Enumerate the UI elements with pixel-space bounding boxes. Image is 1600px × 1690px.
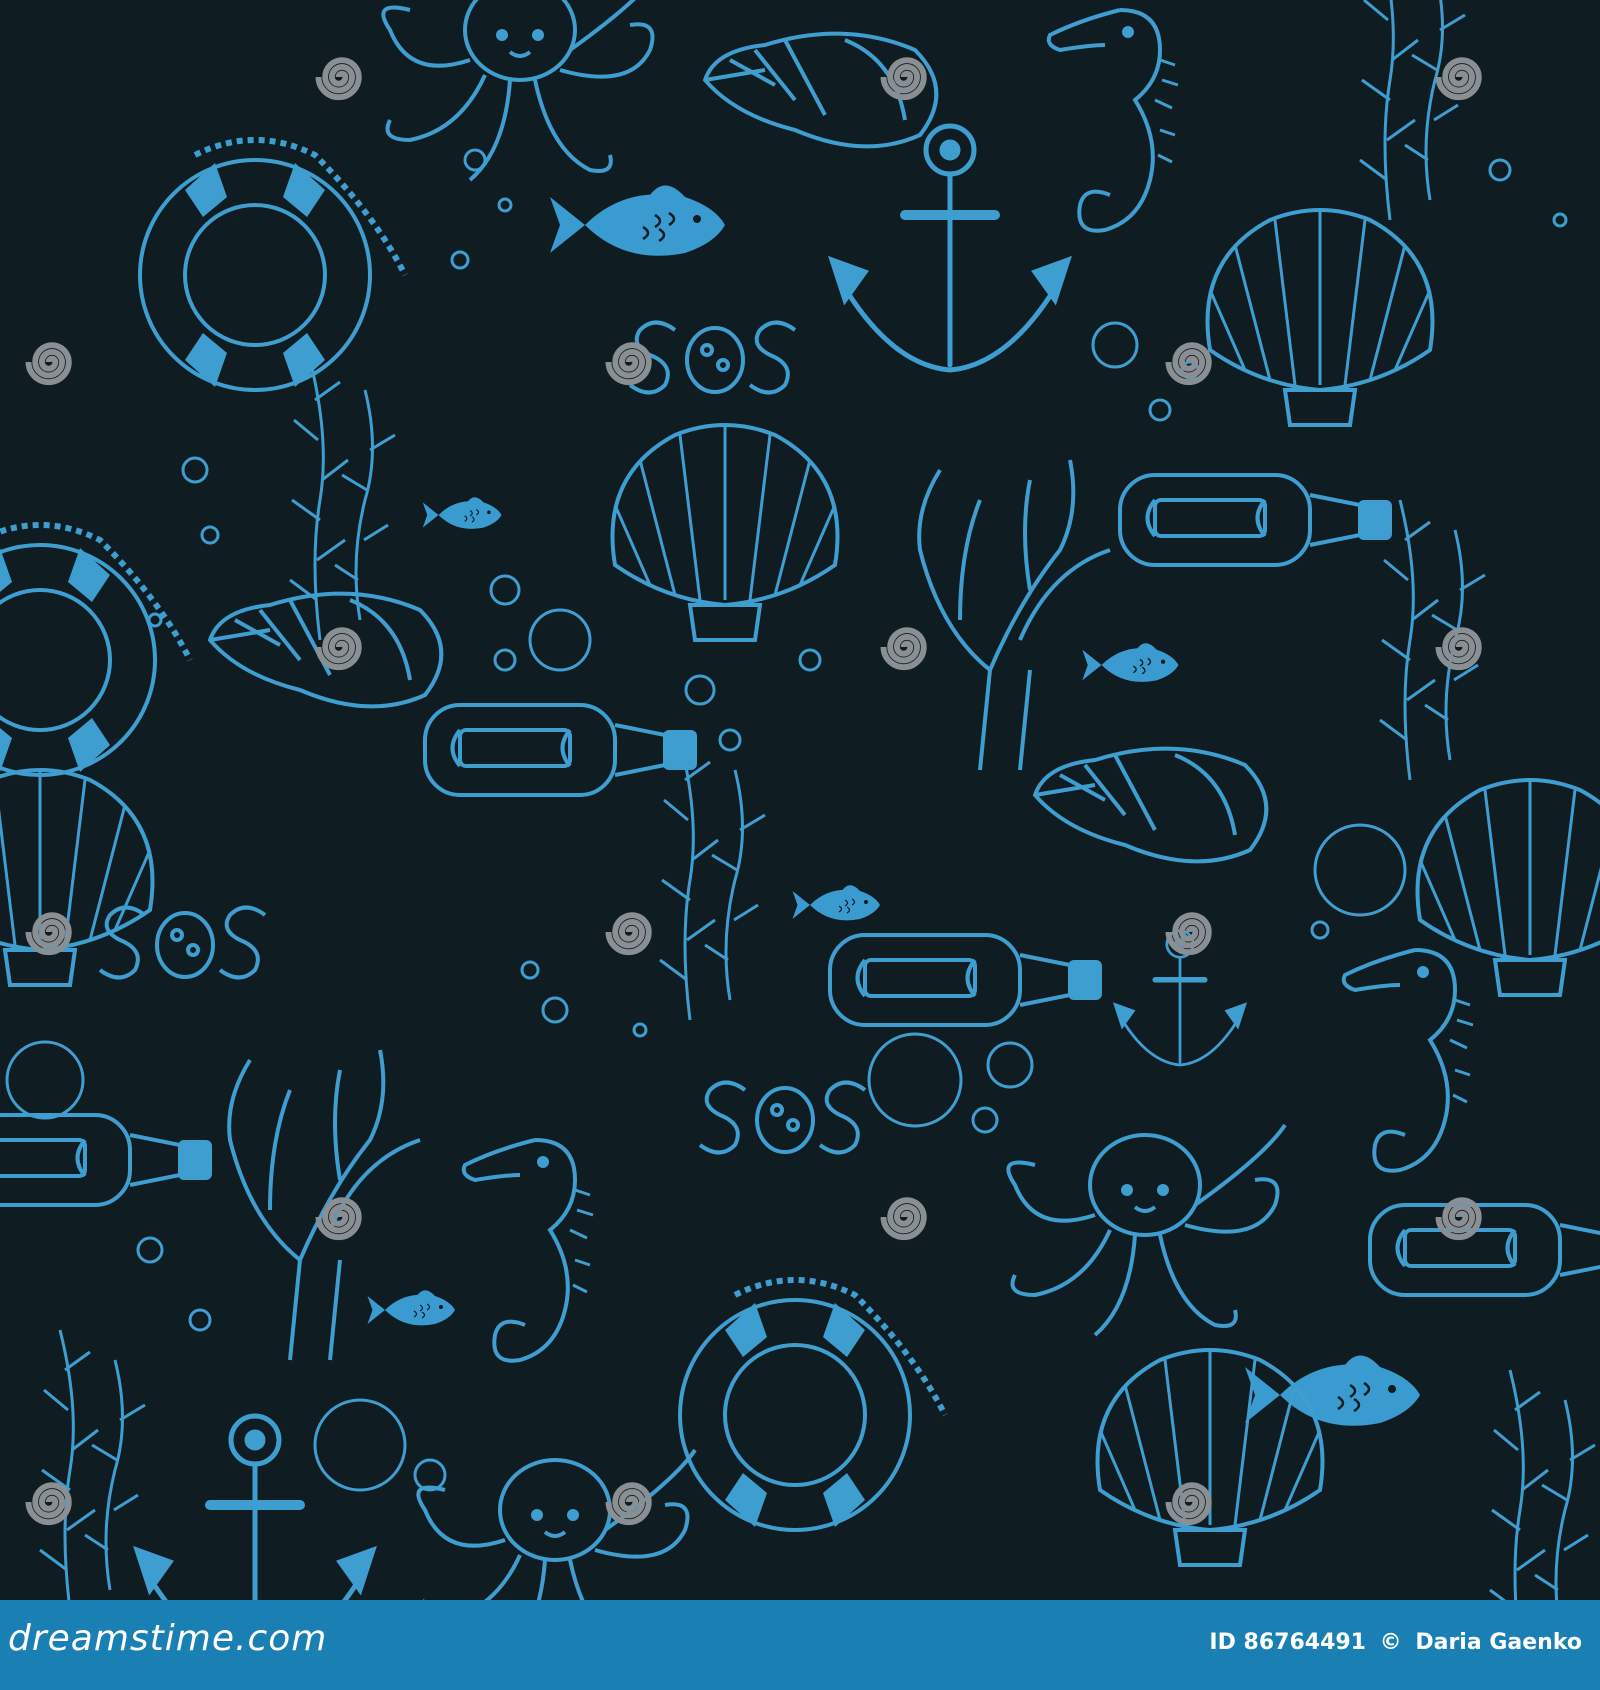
watermark-spiral-icon bbox=[315, 57, 362, 101]
watermark-spiral-icon bbox=[880, 57, 927, 101]
copyright-symbol: © bbox=[1379, 1630, 1402, 1655]
seahorse-icon bbox=[1046, 8, 1180, 233]
watermark-spiral-icon bbox=[1165, 1482, 1212, 1526]
author-name: Daria Gaenko bbox=[1415, 1630, 1582, 1655]
watermark-spiral-icon bbox=[25, 342, 72, 386]
octopus-icon bbox=[1006, 1123, 1287, 1337]
watermark-spiral-icon bbox=[315, 1197, 362, 1241]
watermark-spiral-icon bbox=[880, 1197, 927, 1241]
fish-icon bbox=[422, 496, 503, 530]
sos-doodle bbox=[98, 905, 267, 980]
message-bottle-icon bbox=[423, 703, 697, 797]
seaweed-icon bbox=[1488, 1368, 1597, 1600]
fish-icon bbox=[548, 184, 727, 258]
watermark-spiral-icon bbox=[1435, 57, 1482, 101]
footer-credit: ID 86764491 © Daria Gaenko bbox=[1203, 1630, 1582, 1655]
seahorse-icon bbox=[1341, 948, 1475, 1173]
lifebuoy-icon bbox=[680, 1280, 945, 1530]
octopus-icon bbox=[381, 0, 662, 182]
scallop-shell-icon bbox=[610, 423, 840, 642]
bubbles bbox=[5, 148, 1568, 1492]
lifebuoy-icon bbox=[140, 140, 405, 390]
sos-doodle bbox=[698, 1080, 867, 1155]
pattern-canvas bbox=[0, 0, 1600, 1600]
watermark-spiral-icon bbox=[605, 342, 652, 386]
watermark-spiral-icon bbox=[1435, 1197, 1482, 1241]
message-bottle-icon bbox=[828, 933, 1102, 1027]
watermark-spiral-icon bbox=[1165, 342, 1212, 386]
message-bottle-icon bbox=[0, 1113, 212, 1207]
anchor-icon bbox=[137, 1416, 373, 1600]
footer-logo[interactable]: dreamstime.com bbox=[8, 1618, 327, 1659]
lifebuoy-icon bbox=[0, 525, 190, 775]
image-id: ID 86764491 bbox=[1209, 1630, 1366, 1655]
watermark-spiral-icon bbox=[25, 1482, 72, 1526]
scallop-shell-icon bbox=[1205, 208, 1435, 427]
anchor-icon bbox=[832, 126, 1068, 370]
seahorse-icon bbox=[461, 1138, 595, 1363]
conch-shell-icon bbox=[1033, 746, 1269, 864]
watermark-spiral-icon bbox=[1435, 627, 1482, 671]
stock-footer-bar: dreamstime.com ID 86764491 © Daria Gaenk… bbox=[0, 1600, 1600, 1690]
watermark-spiral-icon bbox=[605, 1482, 652, 1526]
watermark-spiral-icon bbox=[25, 912, 72, 956]
watermark-spiral-icon bbox=[605, 912, 652, 956]
watermark-spiral-icon bbox=[880, 627, 927, 671]
watermark-spiral-icon bbox=[315, 627, 362, 671]
watermark-spiral-icon bbox=[1165, 912, 1212, 956]
fish-icon bbox=[791, 884, 881, 922]
message-bottle-icon bbox=[1118, 473, 1392, 567]
fish-icon bbox=[1081, 642, 1180, 683]
fish-icon bbox=[366, 1289, 456, 1327]
sea-doodle-pattern bbox=[0, 0, 1600, 1600]
seaweed-icon bbox=[658, 738, 767, 1022]
